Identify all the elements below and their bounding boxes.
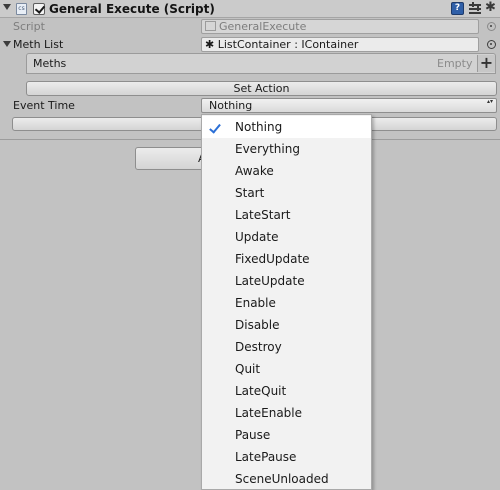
dropdown-option[interactable]: Awake — [202, 160, 371, 182]
script-field-value: GeneralExecute — [219, 20, 307, 33]
meth-list-fold-arrow-icon[interactable] — [3, 41, 11, 47]
meth-list-label: Meth List — [13, 38, 64, 51]
dropdown-option[interactable]: LateEnable — [202, 402, 371, 424]
event-time-dropdown: Nothing Everything Awake Start LateStart Upda… — [201, 114, 372, 490]
meth-list-prefix-icon: ✱ — [205, 38, 215, 51]
updown-arrows-icon: ▴▾ — [487, 98, 494, 105]
dropdown-option[interactable]: LatePause — [202, 446, 371, 468]
add-meth-button[interactable]: + — [477, 55, 495, 72]
dropdown-option[interactable]: LateStart — [202, 204, 371, 226]
dropdown-option[interactable]: Pause — [202, 424, 371, 446]
meth-list-object-picker-icon[interactable] — [487, 40, 496, 49]
script-label: Script — [13, 20, 45, 33]
dropdown-option[interactable]: Start — [202, 182, 371, 204]
fold-arrow-icon[interactable] — [3, 4, 11, 10]
meths-empty-label: Empty — [437, 57, 473, 70]
component-title: General Execute (Script) — [49, 2, 215, 16]
meth-list-field-value: ListContainer : IContainer — [217, 38, 359, 51]
script-asset-icon — [205, 21, 216, 31]
set-action-button[interactable]: Set Action — [26, 81, 497, 96]
dropdown-option[interactable]: Enable — [202, 292, 371, 314]
meths-list-header — [26, 53, 496, 74]
dropdown-option[interactable]: LateUpdate — [202, 270, 371, 292]
dropdown-option[interactable]: FixedUpdate — [202, 248, 371, 270]
dropdown-option[interactable]: Everything — [202, 138, 371, 160]
dropdown-option[interactable]: Disable — [202, 314, 371, 336]
component-enabled-checkbox[interactable] — [33, 3, 45, 15]
dropdown-option[interactable]: Update — [202, 226, 371, 248]
meth-list-field[interactable]: ✱ ListContainer : IContainer — [201, 37, 479, 52]
script-icon: cs — [16, 3, 27, 15]
script-field: GeneralExecute — [201, 19, 479, 34]
meths-label: Meths — [33, 57, 67, 70]
event-time-popup[interactable]: Nothing — [201, 98, 497, 113]
gear-icon[interactable]: ✱ — [485, 1, 496, 15]
dropdown-option[interactable]: LateQuit — [202, 380, 371, 402]
script-object-picker-icon — [487, 22, 496, 31]
dropdown-option[interactable]: SceneUnloaded — [202, 468, 371, 490]
preset-icon[interactable] — [469, 2, 481, 15]
event-time-label: Event Time — [13, 99, 75, 112]
dropdown-option[interactable]: Destroy — [202, 336, 371, 358]
dropdown-option[interactable]: Nothing — [202, 116, 371, 138]
help-icon[interactable]: ? — [451, 2, 464, 15]
dropdown-option[interactable]: Quit — [202, 358, 371, 380]
